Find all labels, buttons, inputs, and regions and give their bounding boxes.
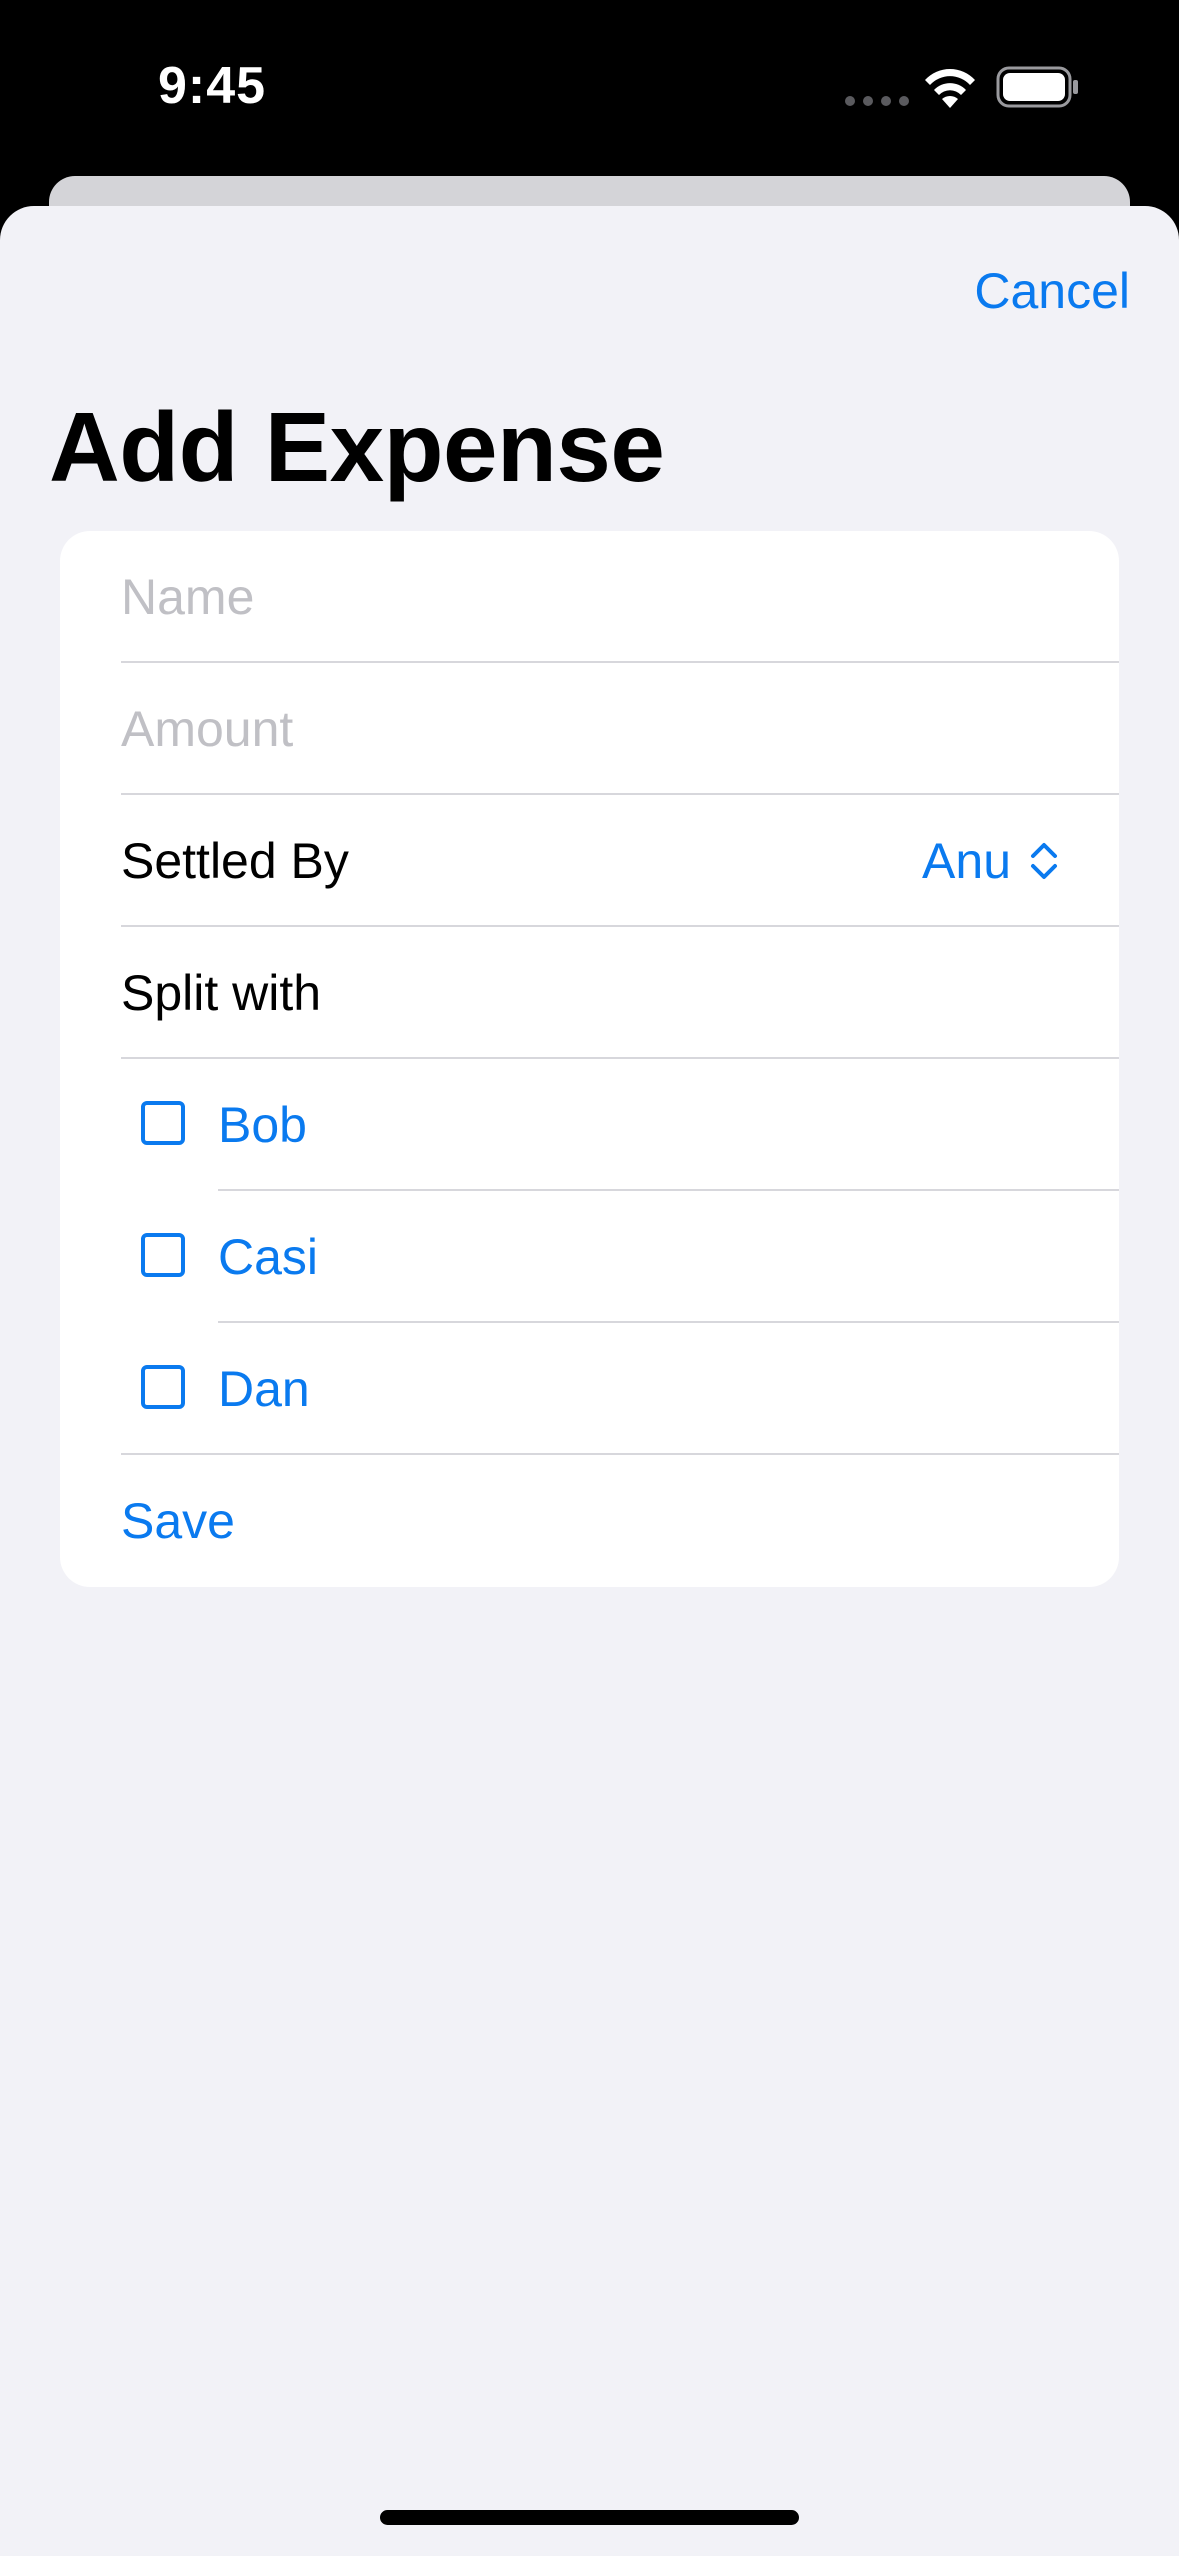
split-person-row[interactable]: Bob [60,1059,1119,1191]
person-label[interactable]: Bob [218,1096,307,1154]
settled-by-value[interactable]: Anu [922,832,1011,890]
split-with-row: Split with [60,927,1119,1059]
checkbox-icon[interactable] [141,1365,185,1409]
status-bar: 9:45 [0,0,1179,175]
checkbox-icon[interactable] [141,1233,185,1277]
name-input-placeholder[interactable]: Name [121,568,254,626]
wifi-icon [925,69,975,108]
name-field[interactable]: Name [60,531,1119,663]
amount-field[interactable]: Amount [60,663,1119,795]
split-person-row[interactable]: Dan [60,1323,1119,1455]
page-title: Add Expense [49,392,665,502]
split-with-label: Split with [121,965,322,1021]
expense-form: Name Amount Settled By Anu Split with Bo… [60,531,1119,1587]
cancel-button[interactable]: Cancel [974,262,1130,320]
person-label[interactable]: Casi [218,1228,318,1286]
home-indicator [380,2510,799,2525]
battery-icon [996,66,1078,108]
add-expense-sheet: Cancel Add Expense Name Amount Settled B… [0,206,1179,2556]
person-label[interactable]: Dan [218,1360,310,1418]
checkbox-icon[interactable] [141,1101,185,1145]
settled-by-label: Settled By [121,833,349,889]
save-row[interactable]: Save [60,1455,1119,1587]
settled-by-row: Settled By Anu [60,795,1119,927]
signal-icon [845,96,909,106]
settled-by-picker[interactable]: Anu [922,795,1059,927]
split-person-row[interactable]: Casi [60,1191,1119,1323]
status-time: 9:45 [158,57,267,115]
save-button[interactable]: Save [121,1492,235,1550]
amount-input-placeholder[interactable]: Amount [121,700,293,758]
chevron-up-down-icon [1031,843,1057,879]
